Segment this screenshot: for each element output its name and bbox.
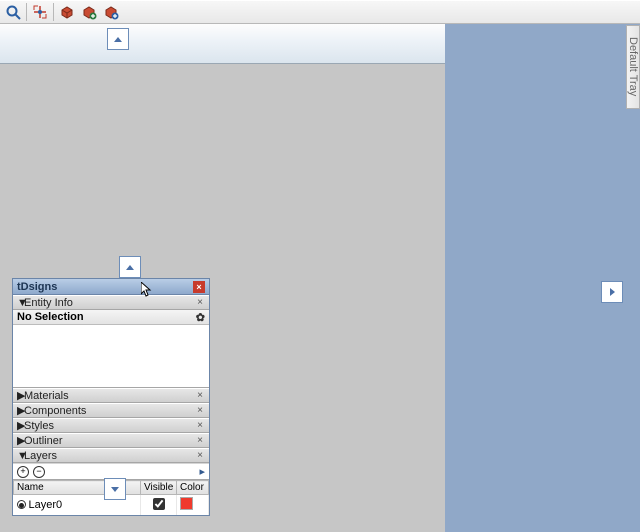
styles-label: Styles [24, 420, 54, 432]
panel-header-layers[interactable]: ▼Layers × [13, 448, 209, 463]
panel-collapse-icon[interactable]: × [195, 451, 205, 461]
layer-name: Layer0 [29, 499, 63, 511]
3d-warehouse-icon[interactable] [78, 2, 100, 22]
add-location-icon[interactable] [100, 2, 122, 22]
col-color[interactable]: Color [177, 481, 209, 495]
materials-label: Materials [24, 390, 69, 402]
add-layer-button[interactable]: + [17, 466, 29, 478]
panel-header-components[interactable]: ▶Components × [13, 403, 209, 418]
toolbar-separator [26, 3, 27, 21]
triangle-down-icon: ▼ [17, 297, 24, 309]
layer-color-cell[interactable] [177, 495, 209, 516]
color-swatch[interactable] [180, 497, 193, 510]
dock-target-right[interactable] [601, 281, 623, 303]
panel-header-outliner[interactable]: ▶Outliner × [13, 433, 209, 448]
chevron-up-icon [126, 265, 134, 270]
entity-info-label: Entity Info [24, 297, 73, 309]
chevron-down-icon [111, 487, 119, 492]
remove-layer-button[interactable]: − [33, 466, 45, 478]
default-tray-tab[interactable]: Default Tray [626, 25, 640, 109]
dock-preview-right [445, 24, 640, 532]
triangle-right-icon: ▶ [17, 419, 24, 432]
zoom-icon[interactable] [2, 2, 24, 22]
cursor-icon [141, 282, 153, 298]
selection-text: No Selection [17, 311, 84, 323]
top-toolbar [0, 0, 640, 24]
panel-header-entity-info[interactable]: ▼Entity Info × [13, 295, 209, 310]
panel-header-materials[interactable]: ▶Materials × [13, 388, 209, 403]
tray-title-text: tDsigns [17, 281, 57, 293]
triangle-right-icon: ▶ [17, 434, 24, 447]
components-label: Components [24, 405, 86, 417]
gear-icon[interactable]: ✿ [196, 311, 205, 324]
dock-target-top[interactable] [107, 28, 129, 50]
component-browser-icon[interactable] [56, 2, 78, 22]
visible-checkbox[interactable] [153, 498, 165, 510]
col-visible[interactable]: Visible [141, 481, 177, 495]
toolbar-separator [53, 3, 54, 21]
panel-collapse-icon[interactable]: × [195, 406, 205, 416]
tray-titlebar[interactable]: tDsigns × [13, 279, 209, 295]
dock-cross-up[interactable] [119, 256, 141, 278]
panel-collapse-icon[interactable]: × [195, 391, 205, 401]
chevron-right-icon [610, 288, 615, 296]
panel-collapse-icon[interactable]: × [195, 298, 205, 308]
triangle-right-icon: ▶ [17, 404, 24, 417]
entity-info-body: No Selection ✿ [13, 310, 209, 388]
active-layer-radio[interactable] [17, 500, 26, 509]
chevron-up-icon [114, 37, 122, 42]
triangle-right-icon: ▶ [17, 389, 24, 402]
entity-selection-bar: No Selection ✿ [13, 310, 209, 325]
outliner-label: Outliner [24, 435, 63, 447]
triangle-down-icon: ▼ [17, 450, 24, 462]
close-icon[interactable]: × [193, 281, 205, 293]
layers-label: Layers [24, 450, 57, 462]
dock-target-bottom[interactable] [104, 478, 126, 500]
zoom-extents-icon[interactable] [29, 2, 51, 22]
panel-collapse-icon[interactable]: × [195, 436, 205, 446]
default-tray-label: Default Tray [627, 37, 639, 96]
panel-header-styles[interactable]: ▶Styles × [13, 418, 209, 433]
layer-visible-cell[interactable] [141, 495, 177, 516]
panel-collapse-icon[interactable]: × [195, 421, 205, 431]
layers-flyout-icon[interactable]: ▸ [199, 465, 205, 478]
